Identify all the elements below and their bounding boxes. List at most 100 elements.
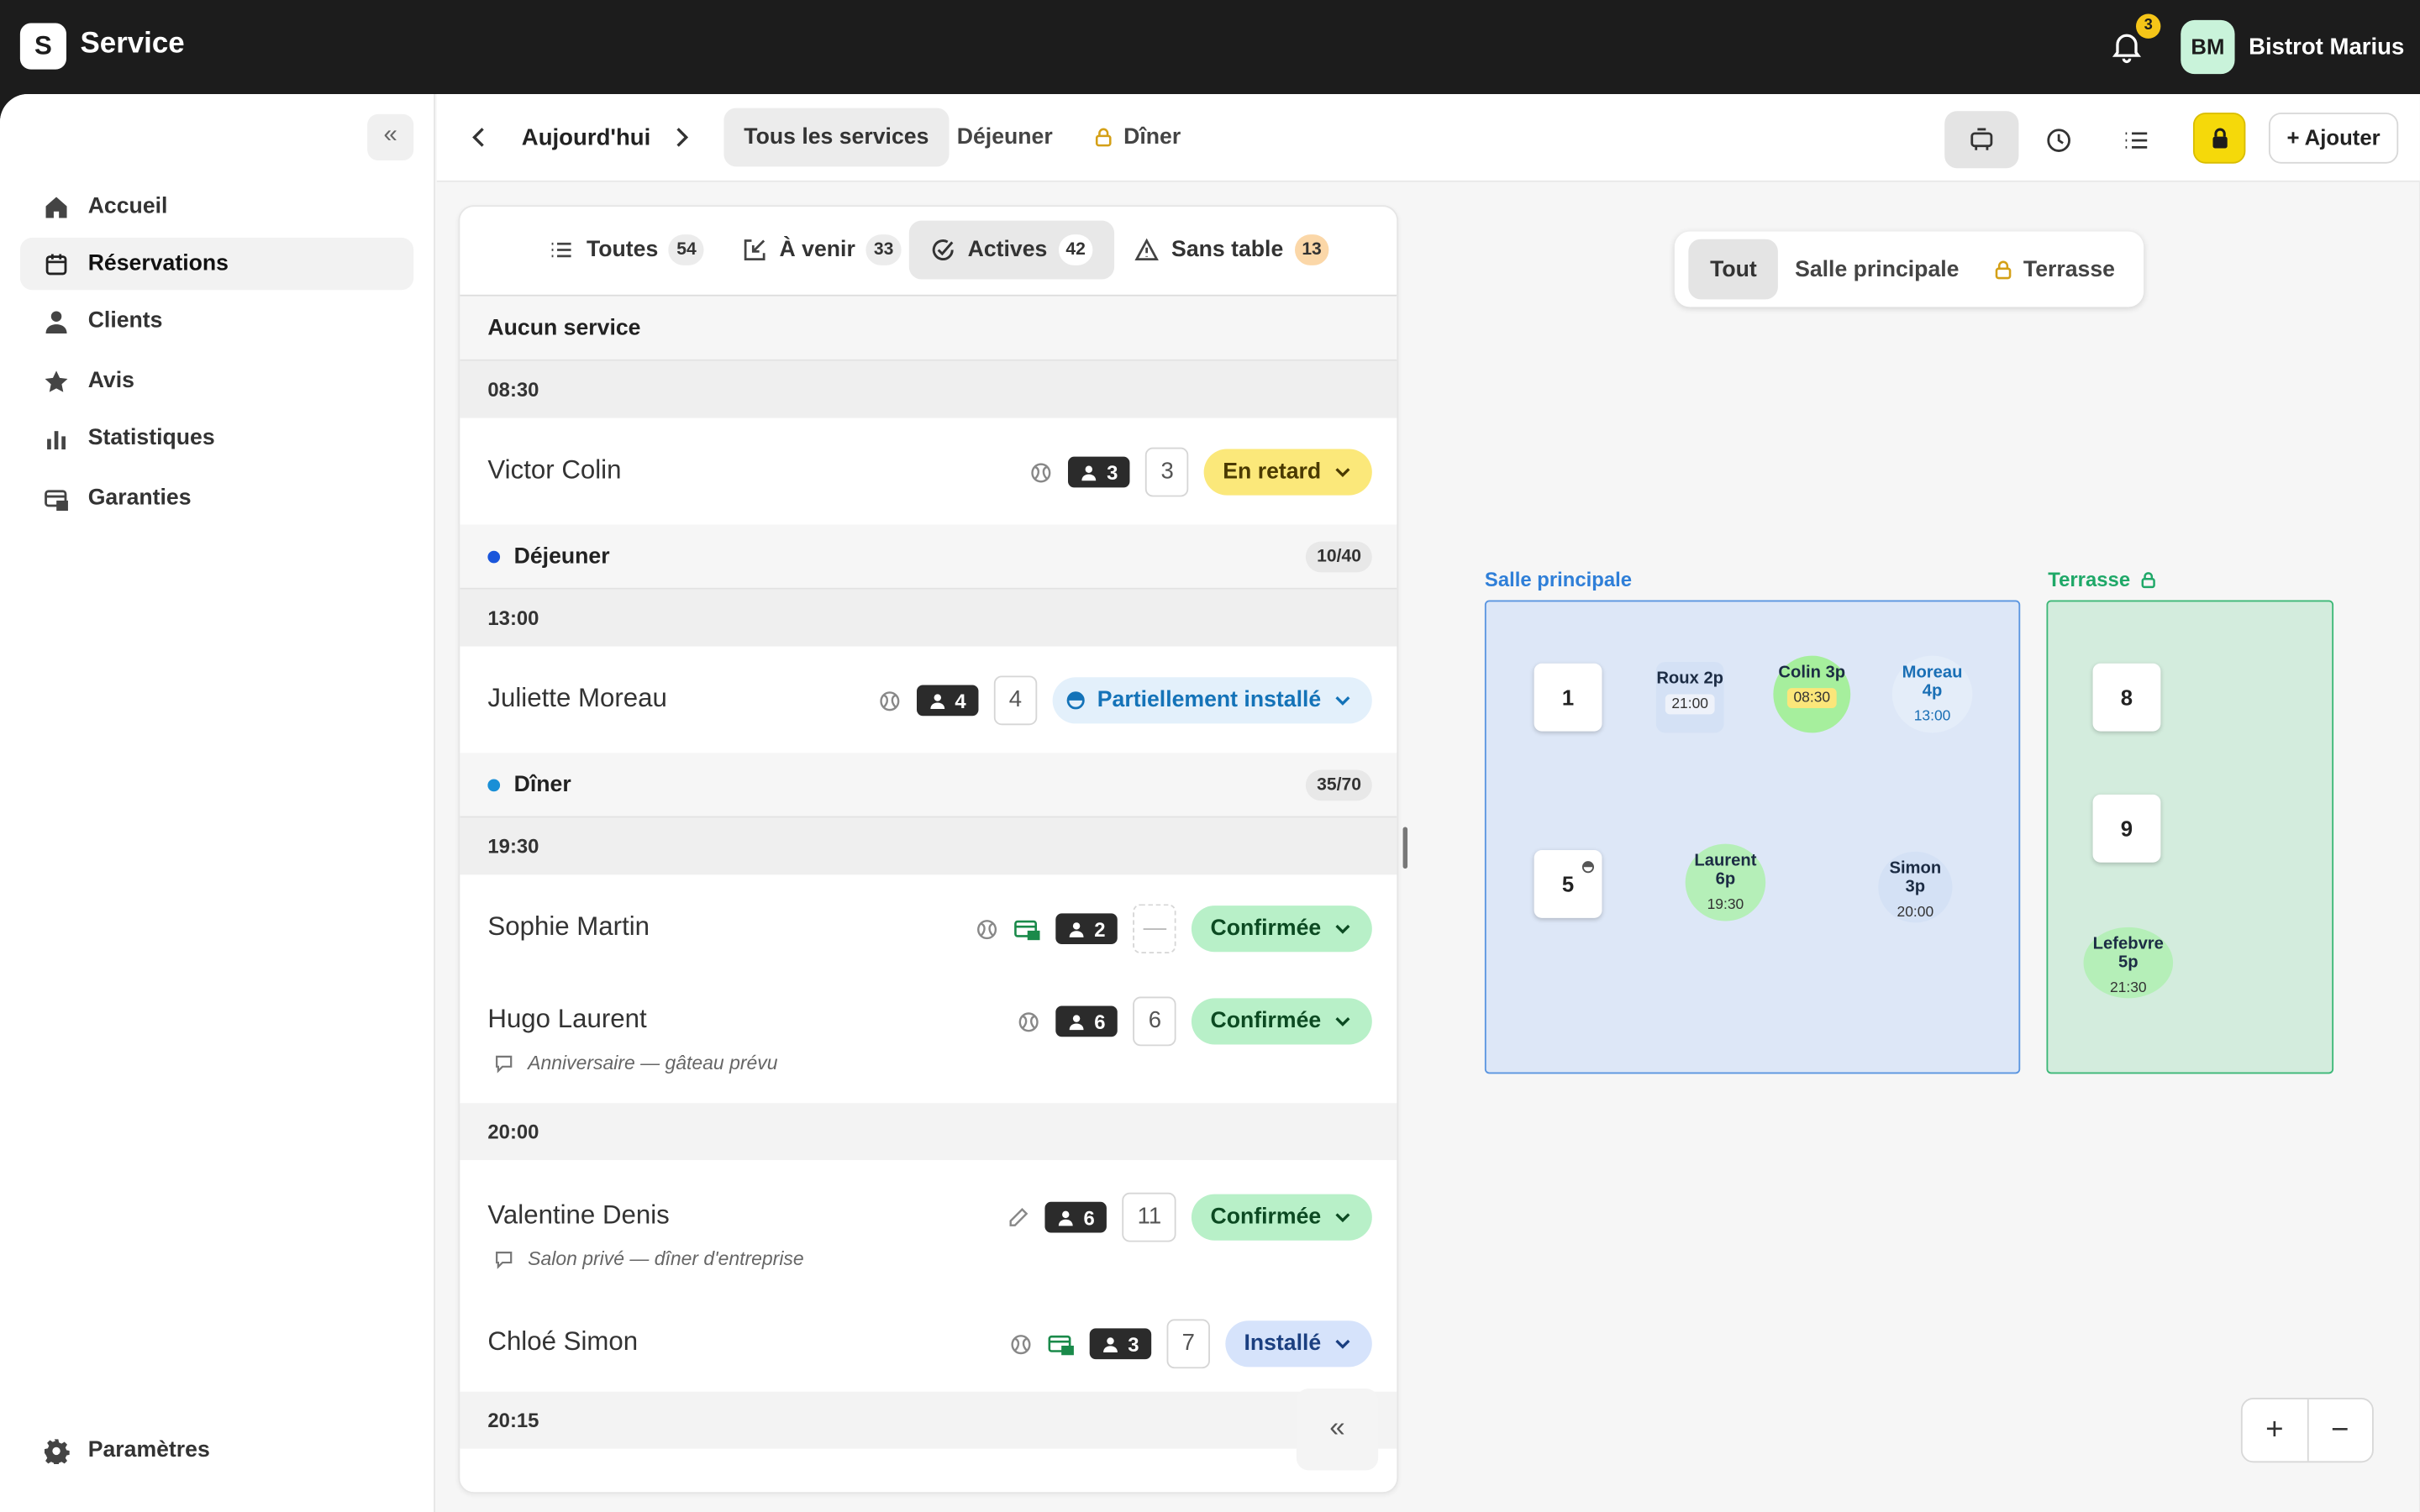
time-header: 13:00 <box>460 589 1397 647</box>
room-tab-terrasse[interactable]: Terrasse <box>1970 239 2136 300</box>
floor-reservation-colin[interactable]: Colin 3p 08:30 <box>1773 655 1851 733</box>
sidebar-item-garanties[interactable]: Garanties <box>20 472 413 524</box>
status-dropdown[interactable]: En retard <box>1204 449 1372 496</box>
table-number[interactable]: 6 <box>1133 996 1177 1047</box>
tab-diner[interactable]: Dîner <box>1073 108 1202 167</box>
floor-reservation-moreau[interactable]: Moreau 4p 13:00 <box>1891 655 1973 733</box>
person-icon <box>1069 921 1084 937</box>
tab-tous-les-services[interactable]: Tous les services <box>723 108 950 167</box>
web-booking-icon <box>977 919 997 939</box>
user-name[interactable]: Bistrot Marius <box>2249 34 2404 60</box>
reservation-note: Salon privé — dîner d'entreprise <box>494 1248 804 1270</box>
filter-toutes[interactable]: Toutes 54 <box>528 221 726 280</box>
lock-icon <box>1995 260 2012 279</box>
party-size-badge: 2 <box>1055 913 1118 945</box>
status-dropdown[interactable]: Confirmée <box>1192 1194 1372 1241</box>
reservation-row-valentine-denis[interactable]: Valentine Denis 6 11 Confirmée Salon pri… <box>460 1160 1397 1296</box>
sidebar-item-label: Statistiques <box>87 425 215 451</box>
home-icon <box>45 196 67 218</box>
reservation-row-chloe-simon[interactable]: Chloé Simon 3 7 Installé <box>460 1295 1397 1392</box>
room-terrasse[interactable] <box>2046 600 2334 1074</box>
floor-reservation-lefebvre[interactable]: Lefebvre 5p 21:30 <box>2083 927 2174 999</box>
service-header-dejeuner: Déjeuner 10/40 <box>460 524 1397 590</box>
sidebar-collapse-button[interactable]: « <box>367 113 414 161</box>
guest-name: Hugo Laurent <box>487 1004 647 1034</box>
room-tab-tout[interactable]: Tout <box>1688 239 1779 300</box>
sidebar-item-parametres[interactable]: Paramètres <box>20 1424 413 1476</box>
top-bar: S Service 3 BM Bistrot Marius <box>0 0 2420 95</box>
sidebar-item-reservations[interactable]: Réservations <box>19 237 414 291</box>
list-icon <box>551 242 571 258</box>
timeline-view-button[interactable] <box>2022 111 2096 168</box>
status-dropdown[interactable]: Partiellement installé <box>1052 677 1372 724</box>
service-header-diner: Dîner 35/70 <box>460 753 1397 818</box>
table-number[interactable]: 11 <box>1122 1192 1177 1242</box>
zoom-in-button[interactable]: + <box>2243 1399 2307 1461</box>
floor-reservation-roux[interactable]: Roux 2p 21:00 <box>1655 661 1724 733</box>
filter-label: Actives <box>967 237 1048 263</box>
floor-table-1[interactable]: 1 <box>1534 663 1602 732</box>
guest-name: Victor Colin <box>487 454 622 485</box>
table-number[interactable]: 3 <box>1145 447 1189 497</box>
filter-sans-table[interactable]: Sans table 13 <box>1113 221 1350 280</box>
person-icon <box>1058 1210 1073 1226</box>
sidebar-item-accueil[interactable]: Accueil <box>20 181 413 233</box>
person-icon <box>45 310 67 333</box>
reservation-row-hugo-laurent[interactable]: Hugo Laurent 6 6 Confirmée Anniversaire … <box>460 967 1397 1104</box>
reservation-row-partial[interactable] <box>460 1448 1397 1493</box>
chevron-left-icon[interactable] <box>463 120 497 154</box>
table-number[interactable]: 4 <box>993 675 1038 726</box>
reservation-note: Anniversaire — gâteau prévu <box>494 1053 778 1074</box>
floor-reservation-simon[interactable]: Simon 3p 20:00 <box>1878 851 1953 923</box>
table-number[interactable]: 7 <box>1166 1319 1211 1369</box>
app-logo[interactable]: S <box>19 23 66 70</box>
service-color-dot <box>487 549 501 563</box>
reservation-row-juliette-moreau[interactable]: Juliette Moreau 4 4 Partiellement instal… <box>460 646 1397 753</box>
filter-actives[interactable]: Actives 42 <box>908 220 1115 280</box>
guest-name: Chloé Simon <box>487 1326 639 1357</box>
zoom-out-button[interactable]: − <box>2306 1399 2372 1462</box>
lock-button[interactable] <box>2192 113 2246 164</box>
time-header: 08:30 <box>460 360 1397 418</box>
status-dropdown[interactable]: Confirmée <box>1192 998 1372 1045</box>
filter-a-venir[interactable]: À venir 33 <box>721 221 923 280</box>
bar-chart-icon <box>47 430 66 449</box>
floor-table-9[interactable]: 9 <box>2092 794 2161 863</box>
time-header: 20:15 <box>460 1391 1397 1449</box>
floor-table-5[interactable]: 5 <box>1534 850 1602 918</box>
list-scrollbar[interactable] <box>1402 827 1408 869</box>
guest-name: Juliette Moreau <box>487 683 667 713</box>
floor-table-8[interactable]: 8 <box>2092 663 2161 732</box>
panel-collapse-button[interactable]: « <box>1296 1389 1379 1471</box>
tab-dejeuner[interactable]: Déjeuner <box>937 108 1073 167</box>
floor-plan-view-button[interactable] <box>1944 111 2019 169</box>
list-view-button[interactable] <box>2099 111 2173 168</box>
floor-reservation-laurent[interactable]: Laurent 6p 19:30 <box>1685 843 1766 921</box>
status-dropdown[interactable]: Confirmée <box>1192 906 1372 953</box>
person-icon <box>929 693 944 709</box>
avatar[interactable]: BM <box>2181 19 2235 75</box>
date-label[interactable]: Aujourd'hui <box>522 125 650 151</box>
chevron-right-icon[interactable] <box>664 120 697 154</box>
comment-icon <box>496 1251 513 1268</box>
pencil-icon <box>1009 1207 1028 1226</box>
reservation-row-victor-colin[interactable]: Victor Colin 3 3 En retard <box>460 417 1397 525</box>
sidebar-item-avis[interactable]: Avis <box>20 354 413 407</box>
table-number[interactable]: — <box>1133 904 1177 954</box>
sidebar-item-statistiques[interactable]: Statistiques <box>20 412 413 464</box>
guest-name: Valentine Denis <box>487 1200 670 1230</box>
time-header: 19:30 <box>460 817 1397 875</box>
chevron-down-icon <box>1335 468 1350 478</box>
card-guarantee-icon <box>1048 1334 1074 1355</box>
reservation-row-sophie-martin[interactable]: Sophie Martin 2 — Confirmée <box>460 874 1397 968</box>
reservation-meta: 3 7 Installé <box>1009 1319 1372 1369</box>
filter-count: 54 <box>669 234 704 265</box>
room-label-terrasse: Terrasse <box>2048 568 2158 591</box>
add-reservation-button[interactable]: + Ajouter <box>2268 113 2399 164</box>
party-size-badge: 3 <box>1068 456 1131 488</box>
reservation-list-panel: Toutes 54 À venir 33 Actives 42 Sans tab… <box>458 205 1399 1494</box>
room-tab-salle-principale[interactable]: Salle principale <box>1773 239 1981 300</box>
status-dropdown[interactable]: Installé <box>1225 1320 1372 1368</box>
chevron-down-icon <box>1335 1017 1350 1026</box>
sidebar-item-clients[interactable]: Clients <box>20 295 413 347</box>
